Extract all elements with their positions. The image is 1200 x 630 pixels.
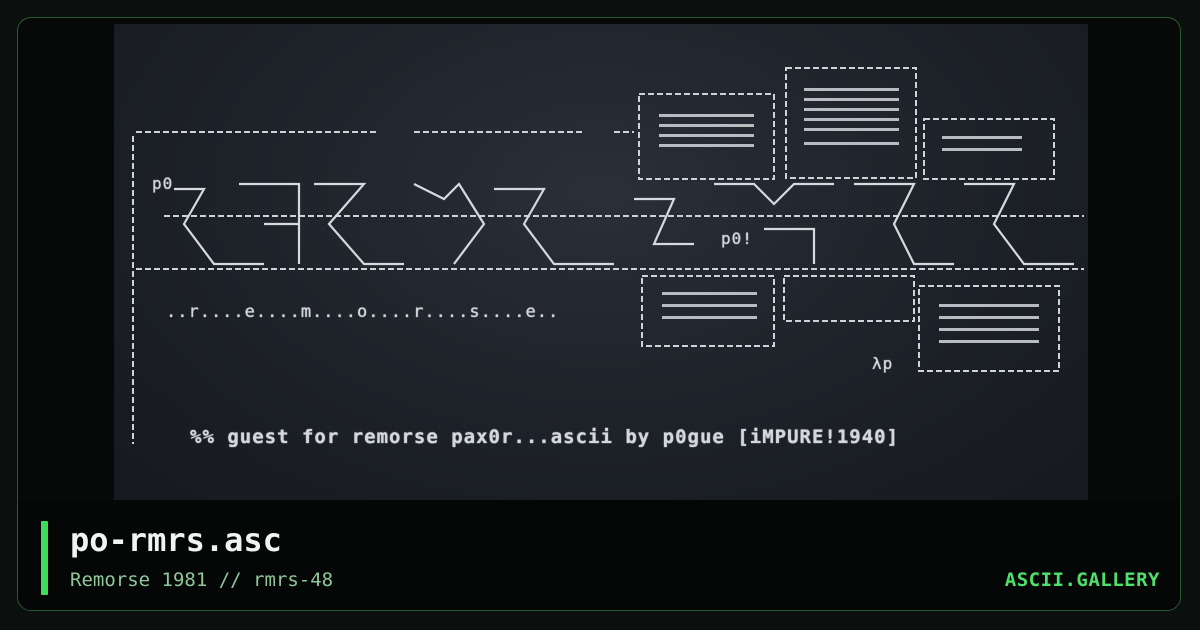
- ascii-word: ..r....e....m....o....r....s....e..: [166, 302, 560, 322]
- ascii-credit-line: %% guest for remorse pax0r...ascii by p0…: [190, 426, 900, 448]
- ascii-artwork: p0 p0! λp ..r....e....m....o....r....s..…: [114, 24, 1088, 500]
- file-title: po-rmrs.asc: [70, 521, 282, 559]
- artist-tag-mid: p0!: [721, 229, 753, 248]
- site-brand: ASCII.GALLERY: [1004, 569, 1160, 591]
- caption-bar: po-rmrs.asc Remorse 1981 // rmrs-48 ASCI…: [18, 501, 1180, 610]
- ascii-art-panel: p0 p0! λp ..r....e....m....o....r....s..…: [114, 24, 1088, 500]
- file-subtitle: Remorse 1981 // rmrs-48: [70, 569, 334, 591]
- artist-tag-bottom: λp: [872, 354, 894, 373]
- accent-bar: [41, 521, 48, 595]
- artist-tag-top: p0: [152, 174, 174, 193]
- card-frame: p0 p0! λp ..r....e....m....o....r....s..…: [17, 17, 1181, 611]
